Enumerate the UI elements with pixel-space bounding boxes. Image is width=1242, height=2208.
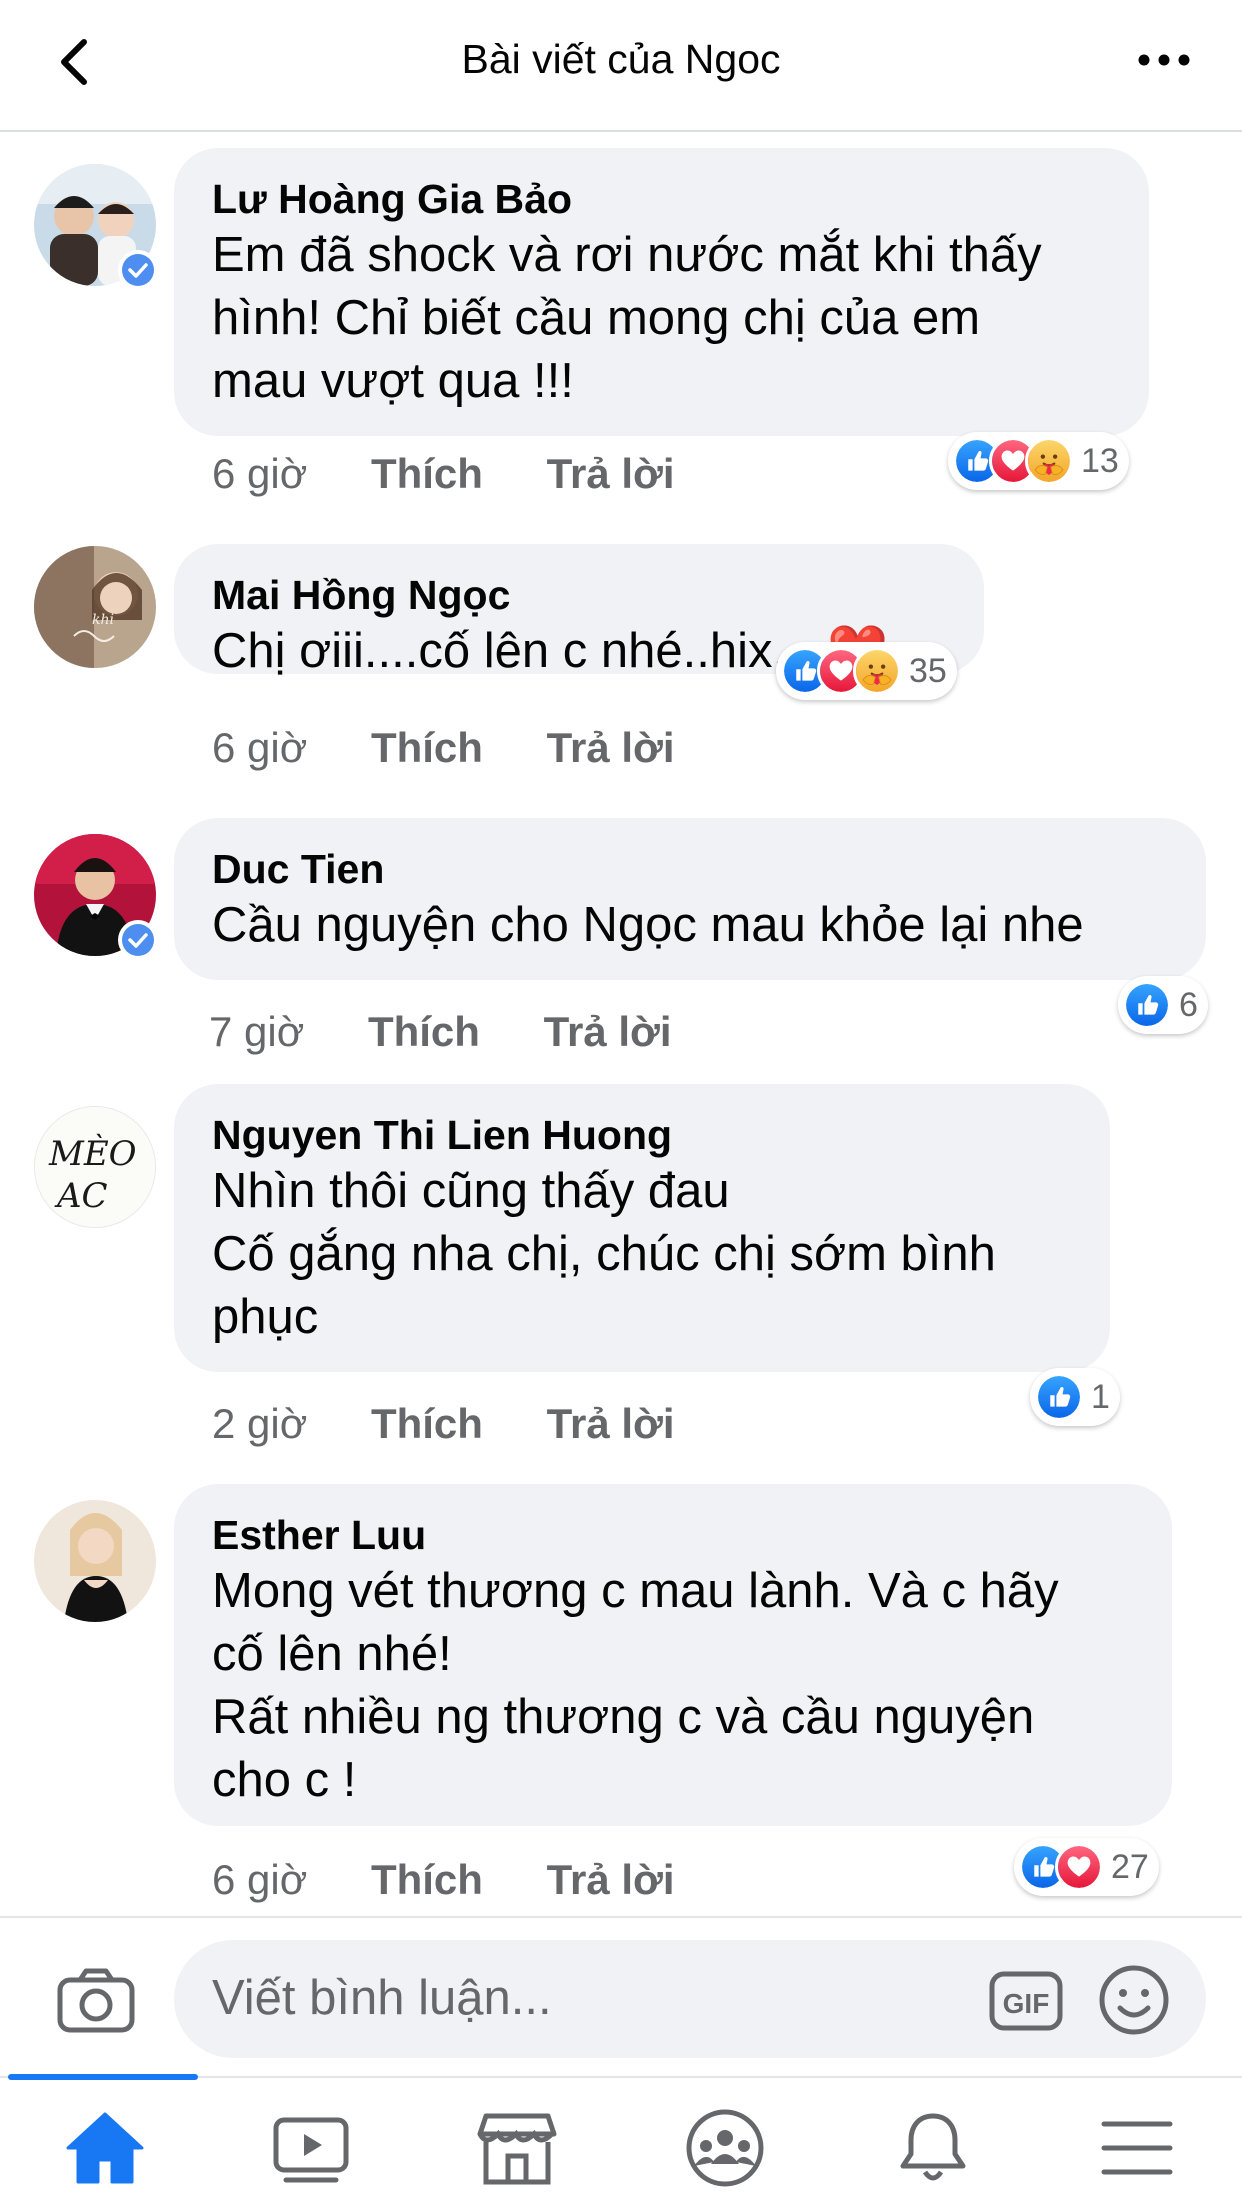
reaction-summary[interactable]: 27 — [1014, 1838, 1159, 1896]
reaction-count: 27 — [1111, 1847, 1149, 1886]
comment-bubble[interactable]: Lư Hoàng Gia Bảo Em đã shock và rơi nước… — [174, 148, 1149, 436]
svg-text:GIF: GIF — [1003, 1988, 1050, 2019]
emoji-button[interactable] — [1096, 1962, 1172, 2038]
comment-bubble[interactable]: Nguyen Thi Lien Huong Nhìn thôi cũng thấ… — [174, 1084, 1110, 1372]
verified-check-icon — [122, 924, 154, 956]
care-reaction-icon — [1025, 437, 1073, 485]
comment-text: Em đã shock và rơi nước mắt khi thấy hìn… — [212, 228, 1042, 408]
write-comment-bar: Viết bình luận... GIF — [0, 1916, 1242, 2076]
comment-author[interactable]: Duc Tien — [212, 844, 1168, 894]
reaction-summary[interactable]: 6 — [1118, 976, 1208, 1034]
comment-actions: 7 giờ Thích Trả lời — [209, 1004, 724, 1060]
comment-author[interactable]: Esther Luu — [212, 1510, 1134, 1560]
reply-button[interactable]: Trả lời — [547, 1852, 675, 1908]
avatar[interactable] — [34, 1500, 156, 1622]
avatar[interactable]: khi — [34, 546, 156, 668]
comment-bubble[interactable]: Esther Luu Mong vét thương c mau lành. V… — [174, 1484, 1172, 1826]
video-icon — [273, 2117, 349, 2183]
svg-text:AC: AC — [54, 1176, 108, 1216]
svg-text:MÈO: MÈO — [48, 1133, 137, 1174]
reaction-summary[interactable]: 13 — [948, 432, 1129, 490]
comment-input-placeholder[interactable]: Viết bình luận... — [212, 1970, 552, 2026]
comment-actions: 2 giờ Thích Trả lời — [212, 1396, 727, 1452]
gif-icon: GIF — [989, 1971, 1063, 2031]
smiley-icon — [1099, 1965, 1169, 2035]
menu-icon — [1101, 2121, 1173, 2175]
comment-time[interactable]: 6 giờ — [212, 720, 307, 776]
active-tab-indicator — [8, 2074, 198, 2080]
love-reaction-icon — [1055, 1843, 1103, 1891]
bottom-tab-bar — [0, 2074, 1242, 2208]
reaction-count: 13 — [1081, 441, 1119, 480]
app-header: Bài viết của Ngoc — [0, 0, 1242, 132]
comment-actions: 6 giờ Thích Trả lời — [212, 720, 727, 776]
comment-text: Mong vét thương c mau lành. Và c hãy cố … — [212, 1564, 1059, 1807]
comment-time[interactable]: 7 giờ — [209, 1004, 304, 1060]
tab-groups[interactable] — [680, 2108, 770, 2188]
svg-text:khi: khi — [92, 612, 114, 628]
page-title: Bài viết của Ngoc — [461, 36, 781, 82]
home-icon — [66, 2112, 144, 2184]
reaction-count: 35 — [909, 651, 947, 690]
like-button[interactable]: Thích — [368, 1004, 480, 1060]
reaction-summary[interactable]: 1 — [1030, 1368, 1120, 1426]
comment-time[interactable]: 6 giờ — [212, 1852, 307, 1908]
tab-video[interactable] — [266, 2108, 356, 2188]
gif-button[interactable]: GIF — [988, 1968, 1064, 2034]
comment-bubble[interactable]: Duc Tien Cầu nguyện cho Ngọc mau khỏe lạ… — [174, 818, 1206, 980]
reply-button[interactable]: Trả lời — [544, 1004, 672, 1060]
like-button[interactable]: Thích — [371, 1852, 483, 1908]
comment-author[interactable]: Lư Hoàng Gia Bảo — [212, 174, 1111, 224]
more-horizontal-icon — [1138, 54, 1190, 66]
tab-marketplace[interactable] — [472, 2108, 562, 2188]
verified-check-icon — [122, 254, 154, 286]
like-reaction-icon — [1035, 1373, 1083, 1421]
avatar[interactable]: MÈO AC — [34, 1106, 156, 1228]
comment-author[interactable]: Mai Hồng Ngọc — [212, 570, 946, 620]
camera-icon — [57, 1968, 135, 2033]
tab-notifications[interactable] — [888, 2108, 978, 2188]
comment-text: Nhìn thôi cũng thấy đau Cố gắng nha chị,… — [212, 1164, 996, 1344]
like-button[interactable]: Thích — [371, 446, 483, 502]
more-options-button[interactable] — [1134, 36, 1194, 84]
reply-button[interactable]: Trả lời — [547, 446, 675, 502]
like-button[interactable]: Thích — [371, 1396, 483, 1452]
comment-author[interactable]: Nguyen Thi Lien Huong — [212, 1110, 1072, 1160]
comment-actions: 6 giờ Thích Trả lời — [212, 1852, 727, 1908]
verified-badge — [118, 250, 158, 290]
marketplace-icon — [477, 2113, 557, 2185]
tab-home[interactable] — [60, 2108, 150, 2188]
comment-actions: 6 giờ Thích Trả lời — [212, 446, 727, 502]
reply-button[interactable]: Trả lời — [547, 720, 675, 776]
reply-button[interactable]: Trả lời — [547, 1396, 675, 1452]
care-reaction-icon — [853, 647, 901, 695]
comment-text: Cầu nguyện cho Ngọc mau khỏe lại nhe — [212, 898, 1084, 952]
like-reaction-icon — [1123, 981, 1171, 1029]
comment-time[interactable]: 2 giờ — [212, 1396, 307, 1452]
tab-menu[interactable] — [1092, 2108, 1182, 2188]
bell-icon — [900, 2113, 966, 2181]
verified-badge — [118, 920, 158, 960]
camera-button[interactable] — [56, 1966, 136, 2034]
like-button[interactable]: Thích — [371, 720, 483, 776]
reaction-summary[interactable]: 35 — [776, 642, 957, 700]
reaction-count: 6 — [1179, 985, 1198, 1024]
reaction-count: 1 — [1091, 1377, 1110, 1416]
groups-icon — [686, 2109, 764, 2187]
comment-time[interactable]: 6 giờ — [212, 446, 307, 502]
